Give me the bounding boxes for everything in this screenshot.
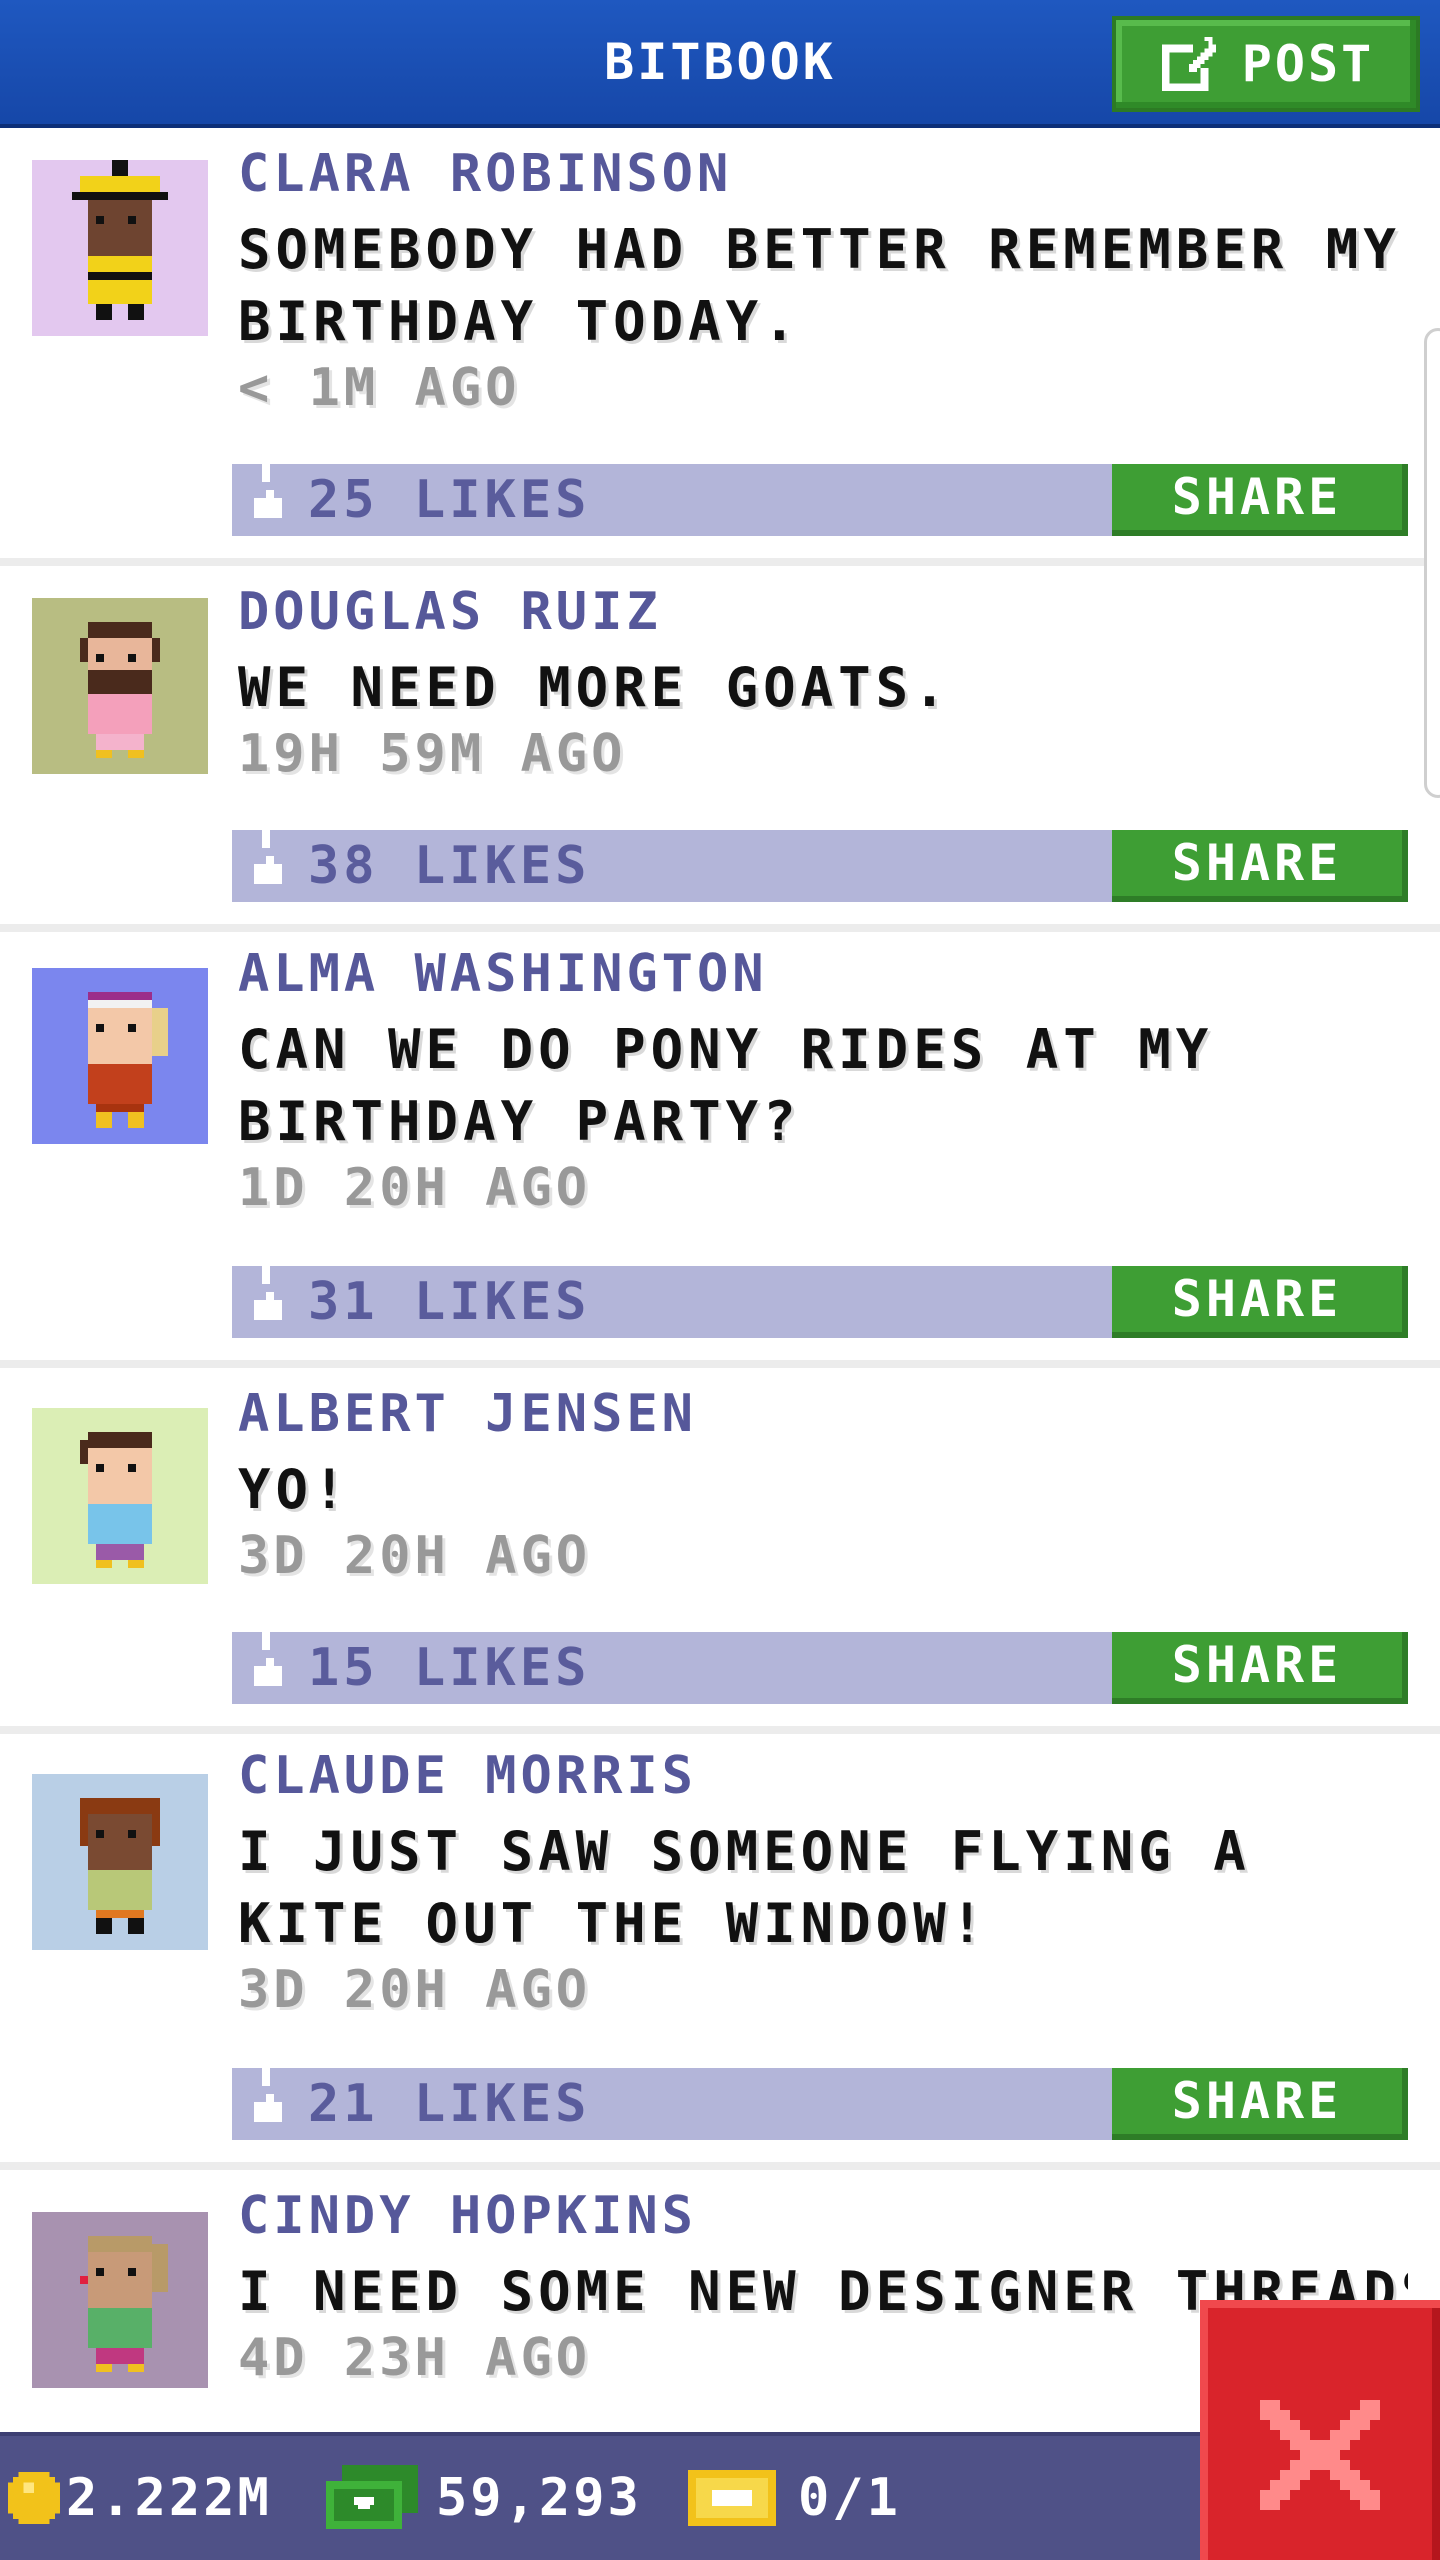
post-message: WE NEED MORE GOATS. bbox=[238, 656, 951, 719]
share-button[interactable]: SHARE bbox=[1112, 830, 1408, 902]
divider bbox=[0, 558, 1440, 566]
coins-count: 2.222M bbox=[66, 2468, 272, 2528]
post-message: I JUST SAW SOMEONE FLYING A KITE OUT THE… bbox=[238, 1820, 1251, 1955]
divider bbox=[0, 2162, 1440, 2170]
likes-count: 15 LIKES bbox=[308, 1638, 591, 1698]
post-message: YO! bbox=[238, 1458, 351, 1521]
post-time: 19H 59M AGO bbox=[238, 724, 627, 784]
post-time: 3D 20H AGO bbox=[238, 1960, 592, 2020]
post-author[interactable]: CLARA ROBINSON bbox=[238, 144, 732, 204]
post-author[interactable]: CINDY HOPKINS bbox=[238, 2186, 697, 2246]
likes-bar: 38 LIKES SHARE bbox=[232, 816, 1408, 902]
scrollbar[interactable] bbox=[1424, 328, 1440, 798]
share-button[interactable]: SHARE bbox=[1112, 1632, 1408, 1704]
post-message: CAN WE DO PONY RIDES AT MY BIRTHDAY PART… bbox=[238, 1018, 1214, 1153]
avatar bbox=[32, 968, 208, 1144]
post-author[interactable]: CLAUDE MORRIS bbox=[238, 1746, 697, 1806]
post-time: 3D 20H AGO bbox=[238, 1526, 592, 1586]
coin-icon bbox=[8, 2472, 60, 2524]
ticket-icon bbox=[688, 2470, 776, 2526]
post-time: < 1M AGO bbox=[238, 358, 521, 418]
avatar bbox=[32, 1408, 208, 1584]
avatar bbox=[32, 1774, 208, 1950]
thumbs-up-icon[interactable] bbox=[246, 450, 286, 526]
post-message: SOMEBODY HAD BETTER REMEMBER MY BIRTHDAY… bbox=[238, 218, 1401, 353]
post-author[interactable]: DOUGLAS RUIZ bbox=[238, 582, 662, 642]
post-time: 1D 20H AGO bbox=[238, 1158, 592, 1218]
post-button[interactable]: POST bbox=[1112, 16, 1420, 112]
likes-bar: 31 LIKES SHARE bbox=[232, 1252, 1408, 1338]
likes-bar: 25 LIKES SHARE bbox=[232, 450, 1408, 536]
avatar bbox=[32, 160, 208, 336]
likes-bar: 21 LIKES SHARE bbox=[232, 2054, 1408, 2140]
share-button[interactable]: SHARE bbox=[1112, 1266, 1408, 1338]
tickets-count: 0/1 bbox=[798, 2468, 901, 2528]
avatar bbox=[32, 598, 208, 774]
post-button-label: POST bbox=[1241, 35, 1375, 93]
likes-count: 31 LIKES bbox=[308, 1272, 591, 1332]
thumbs-up-icon[interactable] bbox=[246, 2054, 286, 2130]
share-button[interactable]: SHARE bbox=[1112, 2068, 1408, 2140]
divider bbox=[0, 1726, 1440, 1734]
post-time: 4D 23H AGO bbox=[238, 2328, 592, 2388]
likes-count: 21 LIKES bbox=[308, 2074, 591, 2134]
likes-bar: 15 LIKES SHARE bbox=[232, 1618, 1408, 1704]
bux-count: 59,293 bbox=[436, 2468, 642, 2528]
post-author[interactable]: ALBERT JENSEN bbox=[238, 1384, 697, 1444]
divider bbox=[0, 1360, 1440, 1368]
post-author[interactable]: ALMA WASHINGTON bbox=[238, 944, 768, 1004]
thumbs-up-icon[interactable] bbox=[246, 1252, 286, 1328]
compose-icon bbox=[1158, 33, 1220, 95]
bux-icon bbox=[326, 2464, 418, 2530]
likes-count: 38 LIKES bbox=[308, 836, 591, 896]
share-button[interactable]: SHARE bbox=[1112, 464, 1408, 536]
thumbs-up-icon[interactable] bbox=[246, 816, 286, 892]
divider bbox=[0, 924, 1440, 932]
close-button[interactable] bbox=[1200, 2300, 1440, 2560]
avatar bbox=[32, 2212, 208, 2388]
top-bar: BITBOOK POST bbox=[0, 0, 1440, 128]
likes-count: 25 LIKES bbox=[308, 470, 591, 530]
thumbs-up-icon[interactable] bbox=[246, 1618, 286, 1694]
close-icon bbox=[1260, 2400, 1380, 2510]
